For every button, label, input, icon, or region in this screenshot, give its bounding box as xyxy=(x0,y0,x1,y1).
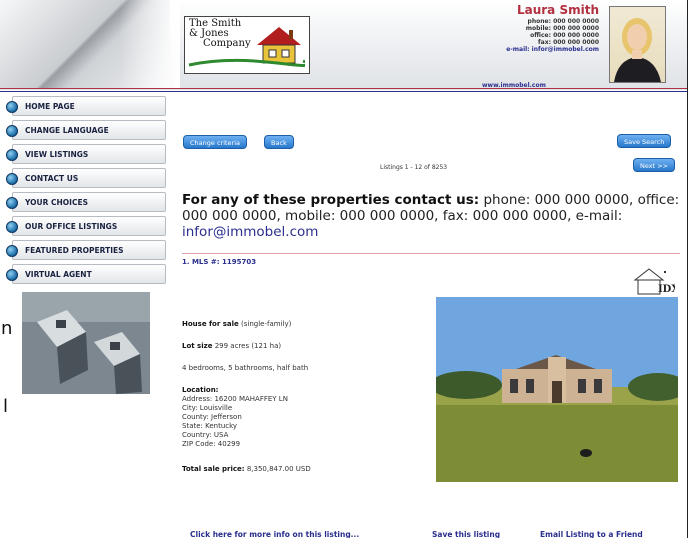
bullet-icon xyxy=(6,269,18,281)
contact-message: For any of these properties contact us: … xyxy=(182,192,682,240)
sidebar-item-label: VIEW LISTINGS xyxy=(25,150,89,159)
listings-count: Listings 1 - 12 of 8253 xyxy=(380,164,448,171)
bullet-icon xyxy=(6,221,18,233)
listing-divider xyxy=(182,253,680,254)
company-name-line3: Company xyxy=(203,38,251,49)
change-criteria-button[interactable]: Change criteria xyxy=(183,135,248,149)
house-photo[interactable] xyxy=(436,297,678,482)
save-listing-link[interactable]: Save this listing xyxy=(432,530,500,538)
page-frame: The Smith & Jones Company Laura Smith ph… xyxy=(0,0,688,538)
sidebar-item-label: YOUR CHOICES xyxy=(25,198,88,207)
country: Country: USA xyxy=(182,431,229,439)
aerial-thumbnail-image[interactable] xyxy=(22,292,150,394)
contact-message-lead: For any of these properties contact us: xyxy=(182,192,480,208)
agent-portrait xyxy=(614,18,661,82)
aerial-buildings-image xyxy=(22,292,150,394)
idx-logo: IDX xyxy=(631,266,679,296)
sidebar-item-label: OUR OFFICE LISTINGS xyxy=(25,222,118,231)
agent-name: Laura Smith xyxy=(516,3,599,17)
more-info-link[interactable]: Click here for more info on this listing… xyxy=(190,530,359,538)
header-rule-red xyxy=(0,88,687,89)
bullet-icon xyxy=(6,101,18,113)
mls-number-link[interactable]: 1. MLS #: 1195703 xyxy=(182,258,256,266)
contact-email-link[interactable]: infor@immobel.com xyxy=(182,224,318,240)
house-exterior-image xyxy=(436,297,678,482)
location-label: Location: xyxy=(182,386,422,395)
bullet-icon xyxy=(6,197,18,209)
city: City: Louisville xyxy=(182,404,233,412)
property-type: House for sale (single-family) xyxy=(182,320,422,329)
property-type-value: (single-family) xyxy=(241,320,292,328)
sidebar-item-view-listings[interactable]: VIEW LISTINGS xyxy=(6,144,166,164)
clipped-text-l: l xyxy=(3,396,9,417)
back-button[interactable]: Back xyxy=(264,135,294,149)
website-link[interactable]: www.immobel.com xyxy=(482,82,546,89)
idx-house-icon: IDX xyxy=(633,268,679,295)
sidebar-item-contact-us[interactable]: CONTACT US xyxy=(6,168,166,188)
company-logo-text: The Smith & Jones Company xyxy=(189,19,259,49)
agent-fax: fax: 000 000 0000 xyxy=(538,39,599,46)
sidebar-item-label: FEATURED PROPERTIES xyxy=(25,246,124,255)
bullet-icon xyxy=(6,125,18,137)
agent-contact-info: phone: 000 000 0000 mobile: 000 000 0000… xyxy=(506,18,599,53)
save-search-button[interactable]: Save Search xyxy=(617,134,672,148)
header-rule-navy xyxy=(0,91,687,92)
sidebar-item-label: CHANGE LANGUAGE xyxy=(25,126,109,135)
sidebar-item-our-office-listings[interactable]: OUR OFFICE LISTINGS xyxy=(6,216,166,236)
bullet-icon xyxy=(6,173,18,185)
header-swoosh-fade xyxy=(120,0,180,88)
site-header: The Smith & Jones Company Laura Smith ph… xyxy=(0,0,687,90)
idx-logo-text: IDX xyxy=(658,284,675,295)
property-type-label: House for sale xyxy=(182,320,239,328)
agent-photo xyxy=(609,6,666,83)
total-price-label: Total sale price: xyxy=(182,465,245,473)
total-price-value: 8,350,847.00 USD xyxy=(246,465,311,473)
sidebar-item-label: VIRTUAL AGENT xyxy=(25,270,92,279)
lot-size: Lot size 299 acres (121 ha) xyxy=(182,342,422,351)
company-logo[interactable]: The Smith & Jones Company xyxy=(184,16,310,74)
sidebar-nav: HOME PAGE CHANGE LANGUAGE VIEW LISTINGS … xyxy=(6,96,166,288)
listing-details: House for sale (single-family) Lot size … xyxy=(182,320,422,474)
sidebar-item-virtual-agent[interactable]: VIRTUAL AGENT xyxy=(6,264,166,284)
lot-size-label: Lot size xyxy=(182,342,213,350)
email-friend-link[interactable]: Email Listing to a Friend xyxy=(540,530,643,538)
bullet-icon xyxy=(6,149,18,161)
next-button[interactable]: Next >> xyxy=(633,158,676,172)
logo-lawn-swoosh xyxy=(188,58,305,68)
agent-phone: phone: 000 000 0000 xyxy=(527,18,599,25)
agent-office: office: 000 000 0000 xyxy=(530,32,599,39)
lot-size-value: 299 acres (121 ha) xyxy=(214,342,282,350)
sidebar-item-label: HOME PAGE xyxy=(25,102,75,111)
bullet-icon xyxy=(6,245,18,257)
sidebar-item-change-language[interactable]: CHANGE LANGUAGE xyxy=(6,120,166,140)
zip-code: ZIP Code: 40299 xyxy=(182,440,241,448)
sidebar-item-featured-properties[interactable]: FEATURED PROPERTIES xyxy=(6,240,166,260)
total-price: Total sale price: 8,350,847.00 USD xyxy=(182,465,422,474)
state: State: Kentucky xyxy=(182,422,238,430)
location-heading: Location: xyxy=(182,386,219,394)
agent-mobile: mobile: 000 000 0000 xyxy=(525,25,599,32)
county: County: Jefferson xyxy=(182,413,242,421)
sidebar-item-your-choices[interactable]: YOUR CHOICES xyxy=(6,192,166,212)
address: Address: 16200 MAHAFFEY LN xyxy=(182,395,288,403)
sidebar-item-label: CONTACT US xyxy=(25,174,79,183)
clipped-text-n: n xyxy=(1,318,13,339)
rooms-summary: 4 bedrooms, 5 bathrooms, half bath xyxy=(182,364,309,372)
sidebar-item-home-page[interactable]: HOME PAGE xyxy=(6,96,166,116)
agent-email-link[interactable]: e-mail: infor@immobel.com xyxy=(506,46,599,53)
